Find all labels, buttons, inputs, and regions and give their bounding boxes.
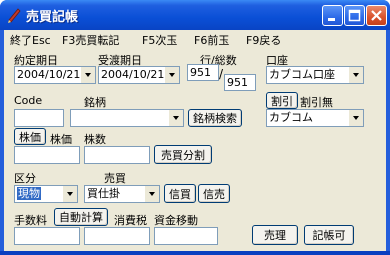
menu-trade-transfer[interactable]: F3売買転記 [62, 32, 119, 48]
contract-date-value: 2004/10/21 [17, 68, 81, 81]
total-count-field[interactable]: 951 [224, 74, 256, 91]
broker-select[interactable]: カブコム [266, 109, 364, 127]
menu-back[interactable]: F9戻る [246, 32, 281, 48]
close-icon [371, 10, 382, 21]
issue-label: 銘柄 [84, 96, 106, 109]
delivery-date-select[interactable]: 2004/10/21 [98, 66, 180, 84]
chevron-down-icon[interactable] [168, 110, 183, 126]
maximize-icon [348, 9, 361, 22]
category-select[interactable]: 現物 [14, 185, 78, 203]
menu-exit[interactable]: 終了Esc [10, 32, 51, 48]
menu-next-lot[interactable]: F5次玉 [142, 32, 177, 48]
row-total-separator: / [219, 67, 224, 81]
issue-select[interactable] [70, 109, 184, 127]
minimize-button[interactable] [322, 5, 343, 26]
discount-label: 割引 [271, 94, 293, 108]
auto-calc-label: 自動計算 [59, 211, 103, 224]
contract-date-select[interactable]: 2004/10/21 [14, 66, 96, 84]
trade-split-button[interactable]: 売買分割 [154, 145, 212, 164]
fund-transfer-label: 資金移動 [154, 214, 198, 227]
maximize-button[interactable] [344, 5, 365, 26]
credit-buy-label: 信買 [169, 187, 191, 201]
discount-button[interactable]: 割引 [266, 92, 298, 109]
trade-ledger-button[interactable]: 売理 [252, 225, 298, 245]
fee-field[interactable] [14, 227, 80, 245]
category-label: 区分 [14, 172, 36, 185]
share-price-button-label: 株価 [19, 130, 41, 144]
code-field[interactable] [14, 109, 64, 127]
delivery-date-value: 2004/10/21 [101, 68, 165, 81]
no-discount-label: 割引無 [300, 96, 333, 109]
consumption-tax-field[interactable] [84, 227, 150, 245]
trade-select[interactable]: 買仕掛 [84, 185, 160, 203]
form-area: 終了Esc F3売買転記 F5次玉 F6前玉 F9戻る 約定期日 受渡期日 行/… [4, 30, 386, 251]
share-count-label: 株数 [84, 133, 106, 146]
bookable-button[interactable]: 記帳可 [304, 225, 354, 245]
total-count-value: 951 [227, 76, 248, 89]
window-title: 売買記帳 [26, 10, 79, 25]
auto-calc-button[interactable]: 自動計算 [54, 208, 108, 226]
share-price-label: 株価 [50, 133, 72, 146]
window-frame-bottom [0, 251, 390, 255]
credit-buy-button[interactable]: 信買 [164, 184, 196, 203]
menu-bar: 終了Esc F3売買転記 F5次玉 F6前玉 F9戻る [4, 30, 386, 48]
minimize-icon [328, 18, 335, 21]
credit-sell-button[interactable]: 信売 [198, 184, 230, 203]
menu-prev-lot[interactable]: F6前玉 [194, 32, 229, 48]
code-label: Code [14, 94, 43, 107]
chevron-down-icon[interactable] [62, 186, 77, 202]
main-window: 売買記帳 終了Esc F3売買転記 F5次玉 F6前玉 F9戻る 約定期日 受渡… [0, 0, 390, 255]
account-select[interactable]: カブコム口座 [266, 66, 364, 84]
chevron-down-icon[interactable] [144, 186, 159, 202]
fee-label: 手数料 [14, 214, 47, 227]
title-bar[interactable]: 売買記帳 [0, 0, 390, 30]
consumption-tax-label: 消費税 [114, 214, 147, 227]
chevron-down-icon[interactable] [348, 110, 363, 126]
credit-sell-label: 信売 [203, 187, 225, 201]
bookable-label: 記帳可 [312, 229, 346, 242]
category-value: 現物 [17, 187, 41, 200]
issue-search-button[interactable]: 銘柄検索 [188, 109, 242, 127]
row-number-field[interactable]: 951 [187, 64, 219, 81]
app-icon [8, 8, 21, 23]
share-count-field[interactable] [84, 146, 150, 164]
close-button[interactable] [366, 5, 387, 26]
trade-split-label: 売買分割 [161, 148, 205, 162]
trade-value: 買仕掛 [87, 187, 120, 200]
chevron-down-icon[interactable] [80, 67, 95, 83]
chevron-down-icon[interactable] [348, 67, 363, 83]
trade-label: 売買 [104, 172, 126, 185]
issue-search-label: 銘柄検索 [193, 112, 237, 125]
share-price-button[interactable]: 株価 [14, 128, 46, 145]
row-number-value: 951 [190, 66, 211, 79]
broker-value: カブコム [269, 111, 313, 124]
fund-transfer-field[interactable] [154, 227, 218, 245]
account-value: カブコム口座 [269, 68, 335, 81]
chevron-down-icon[interactable] [164, 67, 179, 83]
trade-ledger-label: 売理 [264, 229, 286, 242]
share-price-field[interactable] [14, 146, 80, 164]
